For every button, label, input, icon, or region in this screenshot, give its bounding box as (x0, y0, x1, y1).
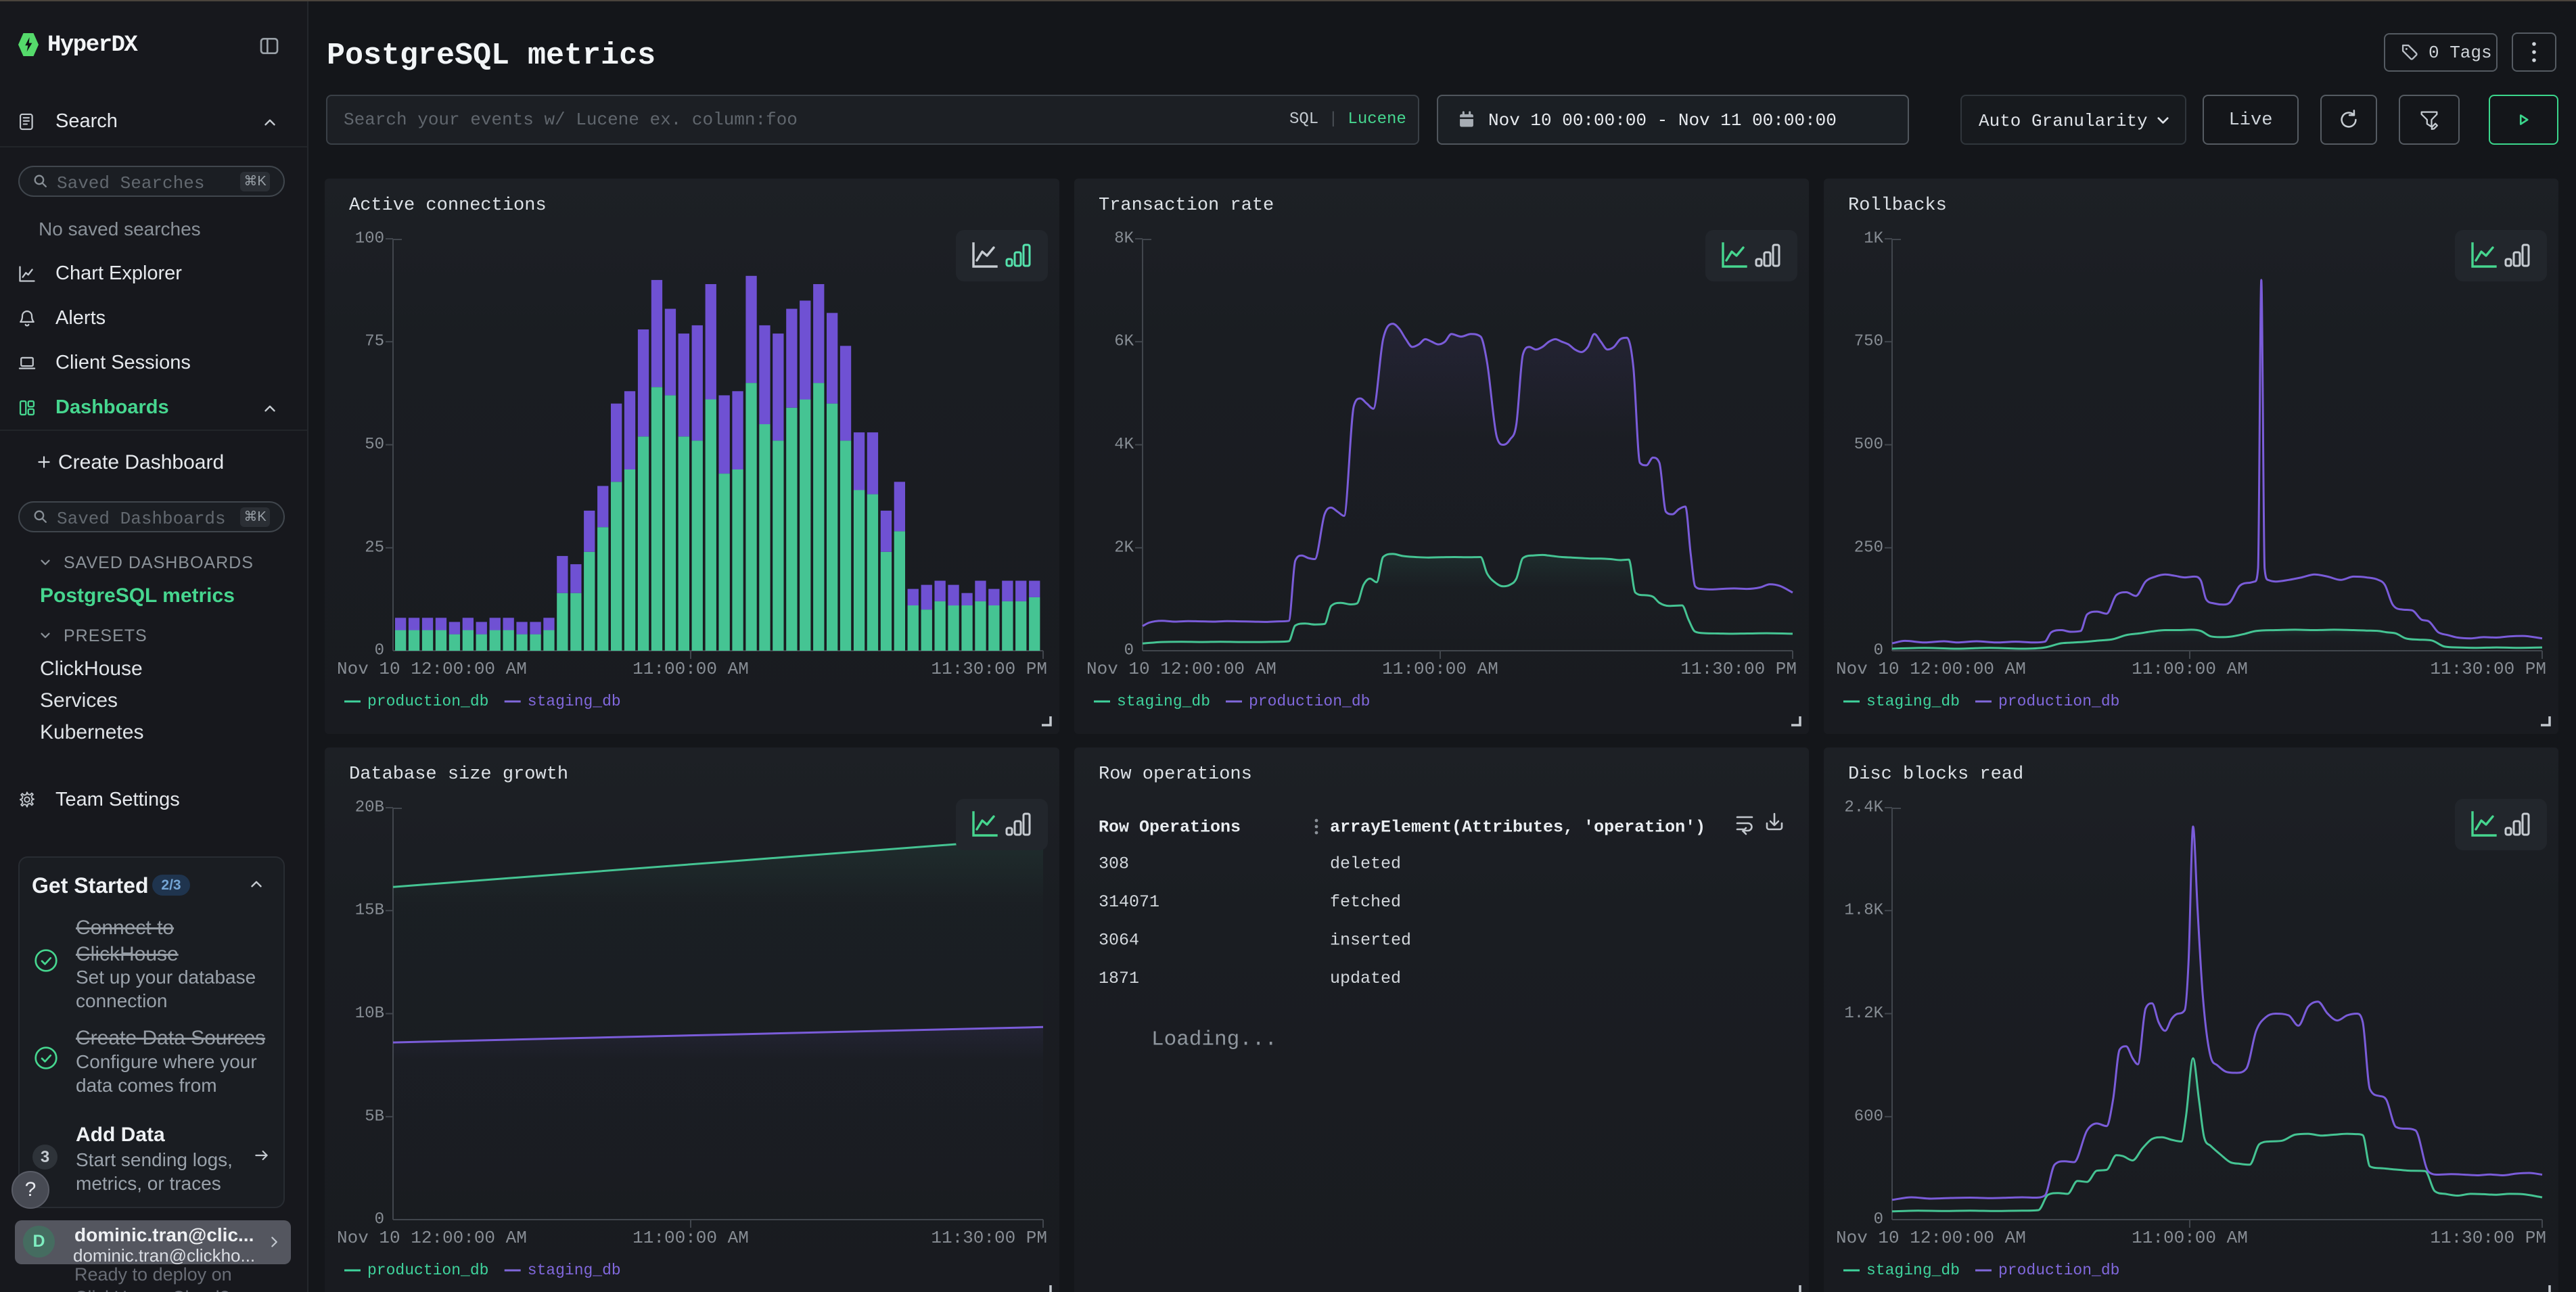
svg-text:11:00:00 AM: 11:00:00 AM (1382, 659, 1498, 679)
svg-text:100: 100 (355, 230, 384, 248)
svg-text:production_db: production_db (367, 1262, 488, 1279)
svg-text:500: 500 (1854, 436, 1883, 454)
svg-text:11:30:00 PM: 11:30:00 PM (931, 1228, 1047, 1248)
svg-text:0: 0 (1874, 642, 1883, 660)
svg-text:Nov 10 12:00:00 AM: Nov 10 12:00:00 AM (337, 1228, 527, 1248)
svg-text:Nov 10 12:00:00 AM: Nov 10 12:00:00 AM (1836, 1228, 2026, 1248)
svg-text:5B: 5B (365, 1107, 384, 1126)
svg-text:6K: 6K (1114, 333, 1134, 351)
svg-text:inserted: inserted (1330, 931, 1411, 950)
svg-text:staging_db: staging_db (528, 693, 621, 710)
svg-text:75: 75 (365, 333, 384, 351)
svg-text:314071: 314071 (1099, 892, 1159, 912)
svg-text:1871: 1871 (1099, 969, 1139, 988)
svg-text:3064: 3064 (1099, 931, 1139, 950)
svg-text:308: 308 (1099, 854, 1129, 874)
svg-text:11:00:00 AM: 11:00:00 AM (632, 1228, 749, 1248)
svg-text:deleted: deleted (1330, 854, 1401, 874)
svg-text:staging_db: staging_db (1866, 693, 1960, 710)
svg-text:production_db: production_db (1998, 1262, 2119, 1279)
svg-text:250: 250 (1854, 538, 1883, 557)
svg-text:0: 0 (1124, 642, 1134, 660)
svg-text:750: 750 (1854, 333, 1883, 351)
svg-text:staging_db: staging_db (1866, 1262, 1960, 1279)
svg-text:Row Operations: Row Operations (1099, 818, 1241, 837)
svg-text:1.8K: 1.8K (1844, 902, 1883, 920)
svg-text:11:00:00 AM: 11:00:00 AM (2132, 1228, 2248, 1248)
svg-text:updated: updated (1330, 969, 1401, 988)
svg-text:production_db: production_db (367, 693, 488, 710)
svg-text:Nov 10 12:00:00 AM: Nov 10 12:00:00 AM (1836, 659, 2026, 679)
svg-text:4K: 4K (1114, 436, 1134, 454)
svg-text:600: 600 (1854, 1107, 1883, 1126)
svg-text:Nov 10 12:00:00 AM: Nov 10 12:00:00 AM (1086, 659, 1276, 679)
svg-text:1K: 1K (1864, 230, 1883, 248)
svg-text:arrayElement(Attributes, 'oper: arrayElement(Attributes, 'operation') (1330, 818, 1705, 837)
svg-text:0: 0 (1874, 1211, 1883, 1229)
svg-text:2K: 2K (1114, 538, 1134, 557)
svg-text:Nov 10 12:00:00 AM: Nov 10 12:00:00 AM (337, 659, 527, 679)
svg-text:11:30:00 PM: 11:30:00 PM (2430, 1228, 2546, 1248)
svg-text:11:00:00 AM: 11:00:00 AM (2132, 659, 2248, 679)
svg-text:Loading...: Loading... (1151, 1028, 1277, 1052)
svg-text:2.4K: 2.4K (1844, 799, 1883, 817)
svg-text:staging_db: staging_db (1117, 693, 1210, 710)
svg-text:staging_db: staging_db (528, 1262, 621, 1279)
svg-text:11:30:00 PM: 11:30:00 PM (1680, 659, 1797, 679)
svg-text:15B: 15B (355, 902, 384, 920)
svg-text:production_db: production_db (1998, 693, 2119, 710)
svg-text:fetched: fetched (1330, 892, 1401, 912)
svg-text:25: 25 (365, 538, 384, 557)
svg-text:0: 0 (375, 1211, 384, 1229)
svg-text:0: 0 (375, 642, 384, 660)
svg-text:8K: 8K (1114, 230, 1134, 248)
svg-text:50: 50 (365, 436, 384, 454)
svg-text:10B: 10B (355, 1005, 384, 1023)
svg-text:1.2K: 1.2K (1844, 1005, 1883, 1023)
svg-text:20B: 20B (355, 799, 384, 817)
svg-text:11:30:00 PM: 11:30:00 PM (2430, 659, 2546, 679)
svg-text:production_db: production_db (1249, 693, 1370, 710)
svg-text:11:30:00 PM: 11:30:00 PM (931, 659, 1047, 679)
svg-text:11:00:00 AM: 11:00:00 AM (632, 659, 749, 679)
